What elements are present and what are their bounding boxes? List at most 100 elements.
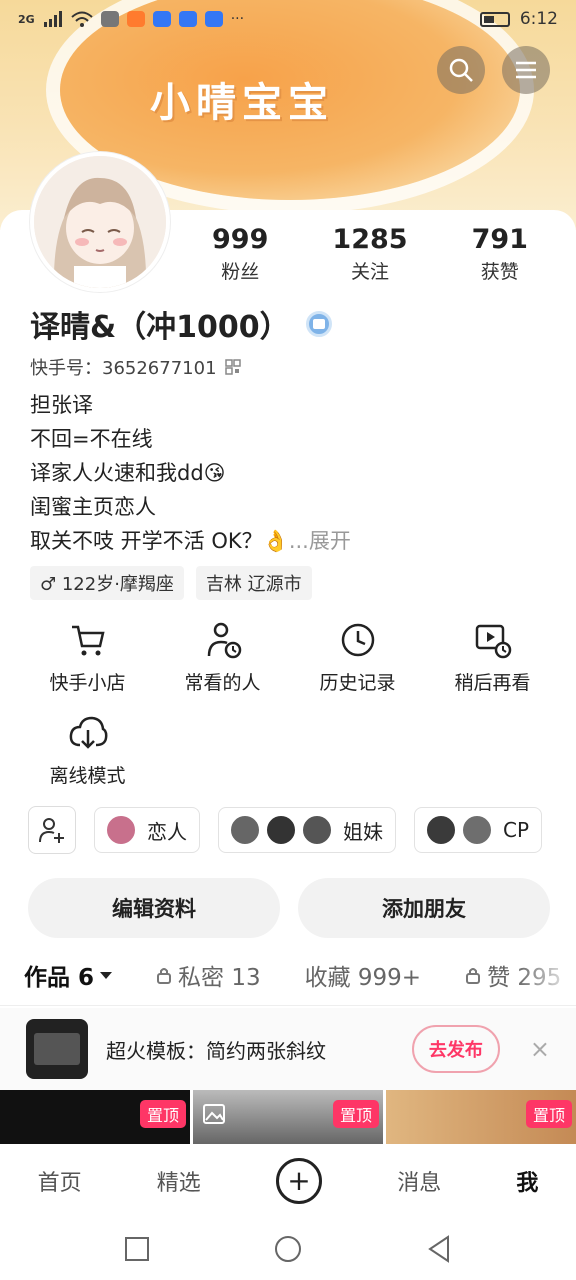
tab-label: 收藏 999+ [304,965,422,991]
home-icon[interactable] [274,1235,302,1263]
profile-tags: ♂ 122岁·摩羯座 吉林 辽源市 [30,566,312,600]
search-icon [449,58,473,82]
add-friend-button[interactable]: 添加朋友 [298,878,550,938]
tab-private[interactable]: 私密 13 [156,958,261,992]
clock-icon [341,623,374,657]
relationship-groups: 恋人 姐妹 CP [28,806,543,854]
person-clock-icon [207,622,241,659]
nav-messages[interactable]: 消息 [397,1165,441,1197]
tool-label: 历史记录 [319,672,396,694]
location-tag: 吉林 辽源市 [195,566,312,600]
group-label: 姐妹 [343,819,383,844]
edit-profile-button[interactable]: 编辑资料 [28,878,280,938]
tabs-fade [516,960,576,996]
tool-history[interactable]: 历史记录 [290,620,425,695]
banner-title: 小晴宝宝 [150,80,334,126]
watch-later-icon [475,624,511,659]
lock-icon [466,968,481,984]
pinned-badge: 置顶 [139,1100,186,1128]
gallery-icon [203,1104,225,1124]
stat-fans[interactable]: 999 粉丝 [212,224,268,284]
stat-value: 791 [471,224,528,255]
create-button[interactable]: + [276,1158,322,1204]
tool-shop[interactable]: 快手小店 [20,620,155,695]
cart-icon [71,625,105,656]
level-badge-icon[interactable] [305,311,332,337]
promo-text: 超火模板：简约两张斜纹 [106,1038,326,1063]
recent-apps-icon[interactable] [124,1236,150,1262]
tool-watch-later[interactable]: 稍后再看 [425,620,560,695]
close-icon[interactable]: × [530,1035,550,1063]
kuaishou-id: 快手号：3652677101 [30,358,217,379]
template-promo: 超火模板：简约两张斜纹 去发布 × [0,1008,576,1090]
group-avatar [425,814,457,846]
stat-value: 999 [212,224,269,255]
profile-name: 译晴&（冲1000） [30,310,290,345]
work-thumbnail[interactable]: 置顶 [386,1090,576,1144]
baidu-icon [152,11,171,27]
group-label: CP [503,818,530,842]
age-tag: ♂ 122岁·摩羯座 [30,566,184,600]
stat-label: 粉丝 [221,261,260,283]
status-bar: 2G ··· 6:12 [0,0,576,38]
qr-code-icon [224,359,241,375]
baidu-icon-3 [204,11,223,27]
group-avatar [301,814,333,846]
profile-bio: 担张译 不回=不在线 译家人火速和我dd😘 闺蜜主页恋人 取关不吱 开学不活 O… [30,388,351,558]
group-avatar [461,814,493,846]
group-avatar [265,814,297,846]
add-relationship-button[interactable] [28,806,76,854]
bio-line: 担张译 [30,393,93,417]
stat-following[interactable]: 1285 关注 [332,224,407,284]
stat-label: 获赞 [480,261,519,283]
tab-label: 私密 13 [178,965,261,991]
promo-thumbnail [26,1019,88,1079]
work-thumbnail[interactable]: 置顶 [193,1090,383,1144]
profile-stats: 999 粉丝 1285 关注 791 获赞 [180,224,560,284]
nav-me[interactable]: 我 [516,1165,538,1197]
lock-icon [157,968,172,984]
kuaishou-id-row[interactable]: 快手号：3652677101 [30,354,241,380]
bio-line: 不回=不在线 [30,427,153,451]
avatar[interactable] [30,152,170,292]
publish-button[interactable]: 去发布 [411,1025,500,1073]
search-button[interactable] [437,46,485,94]
menu-button[interactable] [502,46,550,94]
pinned-badge: 置顶 [525,1100,572,1128]
work-thumbnail[interactable]: 置顶 [0,1090,190,1144]
tool-label: 稍后再看 [454,672,531,694]
app-notification-icon [126,11,145,27]
bio-last-text: 取关不吱 开学不活 OK？👌 [30,529,289,553]
group-label: 恋人 [147,819,187,844]
stat-label: 关注 [350,261,389,283]
back-icon[interactable] [426,1235,452,1263]
group-avatar [105,814,137,846]
tool-frequent-people[interactable]: 常看的人 [155,620,290,695]
tab-favorites[interactable]: 收藏 999+ [305,958,421,992]
bio-expand-link[interactable]: ...展开 [289,529,351,553]
tool-label: 快手小店 [49,672,126,694]
nav-featured[interactable]: 精选 [157,1165,201,1197]
bio-line: 译家人火速和我dd😘 [30,461,226,485]
tools-grid: 快手小店 常看的人 历史记录 稍后再看 离线模式 [20,620,560,788]
group-sisters[interactable]: 姐妹 [218,807,396,853]
group-cp[interactable]: CP [414,807,543,853]
tool-offline-mode[interactable]: 离线模式 [20,713,155,788]
group-lover[interactable]: 恋人 [94,807,200,853]
tab-works[interactable]: 作品 6 [24,958,113,992]
works-grid: 置顶 置顶 置顶 [0,1090,576,1144]
menu-icon [516,61,536,79]
download-cloud-icon [69,716,107,749]
stat-value: 1285 [332,224,408,255]
name-row: 译晴&（冲1000） [30,302,332,346]
wifi-icon [71,11,93,27]
tab-label: 作品 6 [24,965,95,991]
add-person-icon [39,818,64,843]
nav-home[interactable]: 首页 [38,1165,82,1197]
status-time: 6:12 [519,9,558,29]
system-navigation [0,1218,576,1280]
tabs-divider [0,1005,576,1006]
caret-down-icon [100,972,113,979]
battery-icon [479,11,510,27]
stat-likes[interactable]: 791 获赞 [472,224,528,284]
